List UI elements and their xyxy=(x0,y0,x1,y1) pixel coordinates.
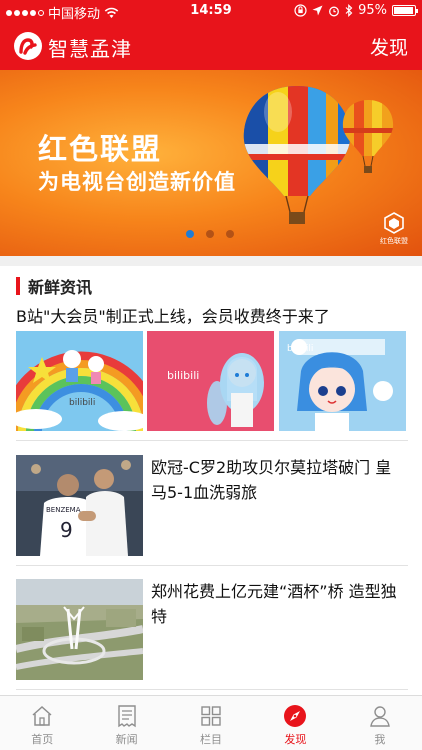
article-title[interactable]: 郑州花费上亿元建“酒杯”桥 造型独特 xyxy=(151,579,407,629)
banner-carousel[interactable]: 红色联盟 为电视台创造新价值 红色联盟 xyxy=(0,70,422,256)
section-accent-bar xyxy=(16,277,20,295)
hot-air-balloon-large xyxy=(243,86,351,224)
pager-dot[interactable] xyxy=(186,230,194,238)
article-title[interactable]: B站"大会员"制正式上线，会员收费终于来了 xyxy=(16,303,411,327)
header-discover-link[interactable]: 发现 xyxy=(370,33,408,60)
tab-label: 栏目 xyxy=(200,733,223,746)
carousel-pager xyxy=(186,230,234,238)
status-bar: 中国移动 14:59 95% xyxy=(0,0,422,22)
banner-brand-text: 红色联盟 xyxy=(380,237,408,245)
tab-columns[interactable]: 栏目 xyxy=(169,696,253,750)
tab-label: 首页 xyxy=(31,733,54,746)
app-logo-icon xyxy=(14,32,42,60)
alarm-icon xyxy=(329,6,340,16)
list-divider xyxy=(16,440,408,441)
article-thumbnail[interactable]: BENZEMA 9 xyxy=(16,455,143,556)
grid-icon xyxy=(201,706,221,726)
news-icon xyxy=(117,705,136,728)
tab-news[interactable]: 新闻 xyxy=(84,696,168,750)
bluetooth-icon xyxy=(345,4,353,17)
thumbnail-bilibili-text: bilibili xyxy=(69,398,95,408)
article-thumbnail[interactable]: bilibili xyxy=(16,331,143,431)
tab-label: 发现 xyxy=(284,733,307,746)
hot-air-balloon-small xyxy=(342,100,394,173)
pager-dot[interactable] xyxy=(206,230,214,238)
section-gap xyxy=(0,256,422,266)
jersey-number-text: 9 xyxy=(60,518,73,542)
banner-subline: 为电视台创造新价值 xyxy=(38,170,236,194)
list-divider xyxy=(16,689,408,690)
battery-level xyxy=(394,7,413,14)
tab-label: 新闻 xyxy=(115,733,138,746)
banner-brand-logo: 红色联盟 xyxy=(376,212,412,246)
tab-me[interactable]: 我 xyxy=(338,696,422,750)
article-thumbnail[interactable]: bilibili xyxy=(147,331,274,431)
bottom-tab-bar: 首页 新闻 栏目 发现 我 xyxy=(0,695,422,750)
status-right: 95% xyxy=(294,3,418,18)
battery-icon xyxy=(392,5,418,16)
article-thumbnail[interactable] xyxy=(16,579,143,680)
jersey-name-text: BENZEMA xyxy=(46,506,81,514)
tab-home[interactable]: 首页 xyxy=(0,696,84,750)
app-header: 智慧孟津 发现 xyxy=(0,22,422,70)
list-divider xyxy=(16,565,408,566)
compass-icon xyxy=(284,705,307,727)
pager-dot[interactable] xyxy=(226,230,234,238)
article-thumbnail[interactable]: bilibili xyxy=(279,331,406,431)
article-title[interactable]: 欧冠-C罗2助攻贝尔莫拉塔破门 皇马5-1血洗弱旅 xyxy=(151,455,407,505)
orientation-lock-icon xyxy=(294,4,307,17)
section-title: 新鲜资讯 xyxy=(28,278,93,297)
battery-percent: 95% xyxy=(358,3,387,18)
location-arrow-icon xyxy=(312,5,323,16)
brand-mark-icon xyxy=(384,212,404,234)
home-icon xyxy=(32,705,52,726)
tab-label: 我 xyxy=(374,733,386,746)
banner-headline: 红色联盟 xyxy=(38,132,163,166)
thumbnail-bilibili-text: bilibili xyxy=(167,369,199,382)
app-title: 智慧孟津 xyxy=(48,37,132,61)
person-icon xyxy=(370,706,390,727)
tab-discover[interactable]: 发现 xyxy=(253,696,337,750)
section-header: 新鲜资讯 xyxy=(16,274,92,298)
